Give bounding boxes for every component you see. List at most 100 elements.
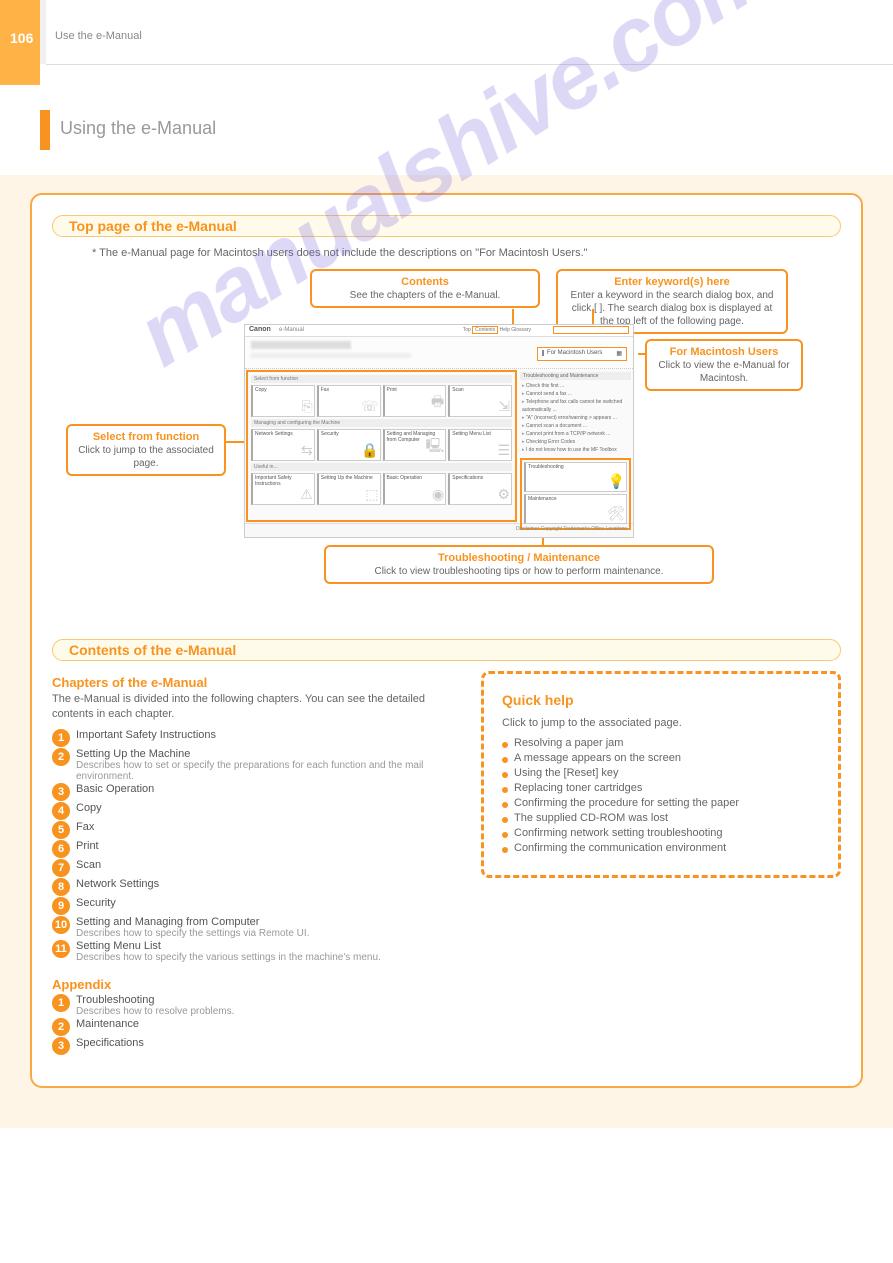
right-link[interactable]: I do not know how to use the MF Toolbox	[522, 446, 629, 454]
mac-users-button[interactable]: For Macintosh Users ▦	[537, 347, 627, 361]
search-input[interactable]	[553, 326, 629, 334]
section-heading-top-page: Top page of the e-Manual	[52, 215, 841, 237]
tile-print[interactable]: Print🖶	[383, 385, 447, 417]
quick-help-item[interactable]: Resolving a paper jam	[502, 737, 820, 749]
tile-network[interactable]: Network Settings⇆	[251, 429, 315, 461]
callout-feature-title: Select from function	[76, 430, 216, 444]
quick-help-box: Quick help Click to jump to the associat…	[481, 671, 841, 878]
brand-logo: Canon	[249, 326, 271, 333]
tile-spec[interactable]: Specifications⚙	[448, 473, 512, 505]
chapter-item: 11Setting Menu ListDescribes how to spec…	[52, 940, 451, 963]
num-badge: 4	[52, 802, 70, 820]
tile-fax[interactable]: Fax☏	[317, 385, 381, 417]
tile-menulist[interactable]: Setting Menu List☰	[448, 429, 512, 461]
link-contents[interactable]: Contents	[472, 326, 498, 334]
page-title: Using the e-Manual	[60, 118, 216, 139]
group-label-function: Select from function	[251, 375, 512, 383]
tile-maintenance[interactable]: Maintenance🛠	[524, 494, 627, 524]
fax-icon: ☏	[361, 398, 379, 415]
chapter-item: 6Print	[52, 840, 451, 858]
num-badge: 8	[52, 878, 70, 896]
print-icon: 🖶	[431, 391, 444, 415]
tile-setup[interactable]: Setting Up the Machine⬚	[317, 473, 381, 505]
content-backdrop: Top page of the e-Manual * The e-Manual …	[0, 175, 893, 1128]
chapters-desc: The e-Manual is divided into the followi…	[52, 692, 451, 723]
tile-copy[interactable]: Copy⎘	[251, 385, 315, 417]
num-badge: 10	[52, 916, 70, 934]
num-badge: 5	[52, 821, 70, 839]
connector	[592, 309, 594, 324]
quick-help-item[interactable]: Replacing toner cartridges	[502, 782, 820, 794]
appendix-list: 1TroubleshootingDescribes how to resolve…	[52, 994, 451, 1055]
ss-left-panel: Select from function Copy⎘ Fax☏ Print🖶 S…	[246, 370, 517, 522]
appendix-subhead: Appendix	[52, 977, 451, 992]
quick-help-list: Resolving a paper jam A message appears …	[502, 737, 820, 854]
scan-icon: ⇲	[498, 398, 510, 415]
appendix-item: 1TroubleshootingDescribes how to resolve…	[52, 994, 451, 1017]
chapters-subhead: Chapters of the e-Manual	[52, 675, 451, 690]
tile-basic[interactable]: Basic Operation◉	[383, 473, 447, 505]
tile-setfrom[interactable]: Setting and Managing from Computer🖳	[383, 429, 447, 461]
right-link[interactable]: Cannot send a fax ...	[522, 390, 629, 398]
chapter-item: 9Security	[52, 897, 451, 915]
right-link[interactable]: Checking Error Codes	[522, 438, 629, 446]
quick-help-item[interactable]: Confirming network setting troubleshooti…	[502, 827, 820, 839]
link-help[interactable]: Help	[500, 327, 510, 333]
num-badge: 1	[52, 994, 70, 1012]
computer-icon: 🖳	[426, 435, 445, 459]
right-link[interactable]: Cannot scan a document ...	[522, 422, 629, 430]
bullet-icon	[502, 832, 508, 838]
quick-help-item[interactable]: Confirming the communication environment	[502, 842, 820, 854]
num-badge: 3	[52, 783, 70, 801]
quick-help-intro: Click to jump to the associated page.	[502, 716, 820, 731]
emanual-screenshot: Canon e-Manual Top Contents Help Glossar…	[244, 324, 634, 538]
callout-mac: For Macintosh Users Click to view the e-…	[645, 339, 803, 391]
link-glossary[interactable]: Glossary	[511, 327, 531, 333]
right-link[interactable]: "A" (incorrect) error/warning > appears …	[522, 414, 629, 422]
main-card: Top page of the e-Manual * The e-Manual …	[30, 193, 863, 1088]
header-rule	[46, 64, 893, 65]
diagram: Contents See the chapters of the e-Manua…	[52, 269, 841, 639]
right-link[interactable]: Check this first ...	[522, 382, 629, 390]
connector	[512, 309, 514, 324]
tile-safety[interactable]: Important Safety Instructions⚠	[251, 473, 315, 505]
callout-feature-desc: Click to jump to the associated page.	[78, 445, 214, 469]
bullet-icon	[502, 847, 508, 853]
chapter-item: 3Basic Operation	[52, 783, 451, 801]
page-number: 106	[10, 30, 33, 46]
bullet-icon	[502, 787, 508, 793]
tile-troubleshoot[interactable]: Troubleshooting💡	[524, 462, 627, 492]
blurred-subtitle	[251, 353, 411, 358]
quick-help-item[interactable]: Confirming the procedure for setting the…	[502, 797, 820, 809]
bullet-icon	[502, 772, 508, 778]
num-badge: 7	[52, 859, 70, 877]
callout-trouble: Troubleshooting / Maintenance Click to v…	[324, 545, 714, 584]
bullet-icon	[502, 817, 508, 823]
chapter-item: 4Copy	[52, 802, 451, 820]
right-label: Troubleshooting and Maintenance	[520, 372, 631, 380]
quick-help-item[interactable]: A message appears on the screen	[502, 752, 820, 764]
chapter-item: 1Important Safety Instructions	[52, 729, 451, 747]
title-accent-bar	[40, 110, 50, 150]
callout-mac-desc: Click to view the e-Manual for Macintosh…	[658, 360, 789, 384]
callout-trouble-desc: Click to view troubleshooting tips or ho…	[374, 566, 663, 577]
idea-icon: 💡	[608, 473, 625, 490]
quick-help-item[interactable]: The supplied CD-ROM was lost	[502, 812, 820, 824]
ss-footer: Disclaimer Copyright Trademarks Office L…	[245, 523, 633, 537]
tile-scan[interactable]: Scan⇲	[448, 385, 512, 417]
callout-select-function: Select from function Click to jump to th…	[66, 424, 226, 476]
chapter-item: 5Fax	[52, 821, 451, 839]
num-badge: 2	[52, 748, 70, 766]
gray-stripe	[40, 0, 46, 64]
right-link[interactable]: Telephone and fax calls cannot be switch…	[522, 398, 629, 414]
link-top[interactable]: Top	[463, 327, 471, 333]
section-intro: * The e-Manual page for Macintosh users …	[92, 247, 801, 259]
tile-security[interactable]: Security🔒	[317, 429, 381, 461]
callout-contents: Contents See the chapters of the e-Manua…	[310, 269, 540, 308]
num-badge: 1	[52, 729, 70, 747]
setup-icon: ⬚	[365, 486, 378, 503]
num-badge: 11	[52, 940, 70, 958]
connector	[638, 353, 646, 355]
right-link[interactable]: Cannot print from a TCP/IP network ...	[522, 430, 629, 438]
quick-help-item[interactable]: Using the [Reset] key	[502, 767, 820, 779]
